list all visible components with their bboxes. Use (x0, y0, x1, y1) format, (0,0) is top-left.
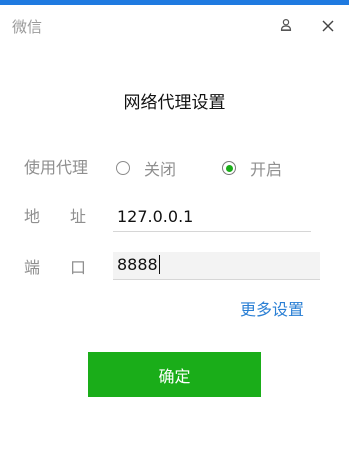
port-value: 8888 (117, 255, 158, 274)
port-field[interactable]: 8888 (113, 252, 320, 280)
user-button[interactable] (273, 13, 299, 39)
proxy-settings-window: 微信 网络代理设置 使用代理 关闭 开启 地址 127.0.0.1 端口 888… (0, 0, 349, 473)
proxy-on-radio[interactable]: 开启 (222, 155, 282, 181)
confirm-button[interactable]: 确定 (88, 352, 261, 397)
radio-selected-dot (225, 164, 233, 172)
radio-checked-icon (222, 161, 236, 175)
proxy-off-radio[interactable]: 关闭 (116, 155, 176, 181)
close-icon (322, 17, 334, 36)
port-input-wrap: 8888 (117, 254, 160, 276)
dialog-title: 网络代理设置 (123, 93, 226, 113)
use-proxy-label: 使用代理 (24, 158, 89, 177)
port-label: 端口 (24, 258, 117, 277)
user-icon (279, 17, 293, 36)
radio-unchecked-icon (116, 161, 130, 175)
address-value: 127.0.0.1 (117, 207, 194, 226)
address-field[interactable]: 127.0.0.1 (113, 204, 311, 232)
titlebar: 微信 (0, 5, 349, 45)
proxy-on-label: 开启 (250, 160, 283, 179)
close-button[interactable] (315, 13, 341, 39)
address-label: 地址 (24, 207, 117, 226)
proxy-off-label: 关闭 (144, 160, 177, 179)
more-settings-link[interactable]: 更多设置 (240, 299, 304, 321)
text-caret (158, 254, 160, 274)
app-title: 微信 (12, 18, 43, 36)
